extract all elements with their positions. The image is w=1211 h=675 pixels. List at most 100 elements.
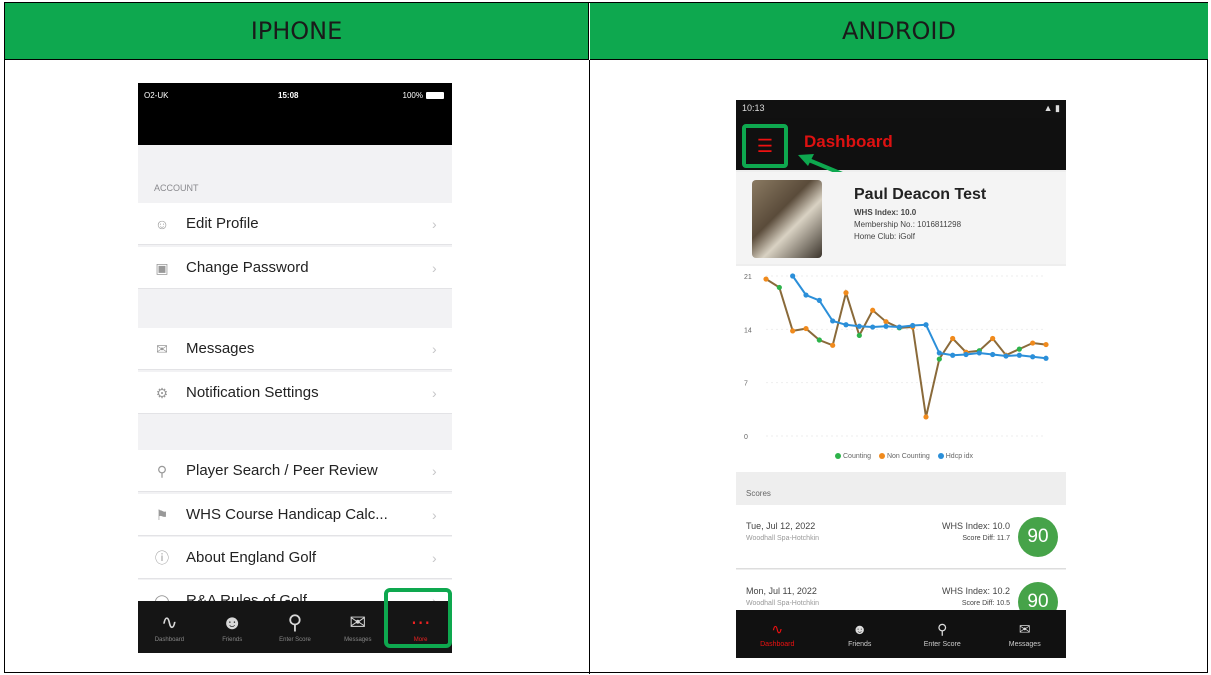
player-name: Paul Deacon Test: [854, 186, 987, 203]
menu-change-password[interactable]: ▣ Change Password ›: [138, 247, 452, 289]
menu-edit-profile[interactable]: ☺ Edit Profile ›: [138, 203, 452, 245]
chart-legend: Counting Non Counting Hdcp idx: [736, 453, 1066, 460]
legend-dot-hdcp: [937, 453, 944, 460]
data-point: [923, 414, 929, 420]
column-divider: [589, 60, 590, 674]
legend-non-counting: Non Counting: [886, 453, 930, 460]
chart-icon: ∿: [161, 611, 178, 634]
score-diff: Score Diff: 10.5: [961, 600, 1010, 607]
battery-icon: [426, 92, 444, 100]
tab-label: Messages: [344, 636, 372, 643]
hamburger-menu-button[interactable]: ☰: [742, 124, 788, 168]
data-point: [843, 322, 849, 328]
envelope-icon: ✉: [349, 611, 367, 634]
data-point: [963, 351, 969, 358]
tab-enter-score[interactable]: ⚲ Enter Score: [264, 601, 327, 653]
score-badge: 90: [1018, 517, 1058, 557]
data-point: [990, 351, 996, 358]
iphone-screenshot: O2-UK 15:08 100% ACCOUNT ☺ Edit Profile …: [138, 83, 452, 653]
chevron-right-icon: ›: [432, 506, 437, 523]
info-icon: ⓘ: [155, 549, 169, 566]
whs-index: WHS Index: 10.0: [854, 208, 917, 217]
menu-label: WHS Course Handicap Calc...: [186, 506, 388, 523]
membership-number: Membership No.: 1016811298: [854, 220, 962, 229]
tab-label: Dashboard: [154, 636, 185, 643]
score-whs-index: WHS Index: 10.2: [941, 586, 1010, 596]
data-point: [1030, 354, 1036, 360]
tab-enter-score[interactable]: ⚲ Enter Score: [901, 610, 984, 658]
legend-dot-counting: [835, 453, 841, 460]
score-date: Tue, Jul 12, 2022: [746, 521, 816, 531]
menu-about-england-golf[interactable]: ⓘ About England Golf ›: [138, 537, 452, 579]
chevron-right-icon: ›: [432, 384, 437, 401]
data-point: [856, 323, 862, 329]
data-point: [1043, 341, 1049, 348]
score-course: Woodhall Spa-Hotchkin: [746, 600, 820, 607]
menu-label: Edit Profile: [186, 215, 259, 232]
chevron-right-icon: ›: [432, 549, 437, 566]
person-icon: ☺: [154, 215, 170, 232]
envelope-icon: ✉: [156, 340, 168, 357]
data-point: [830, 342, 836, 348]
ios-status-bar: O2-UK 15:08 100%: [138, 83, 452, 145]
tab-dashboard[interactable]: ∿ Dashboard: [736, 610, 819, 658]
clock: 15:08: [278, 91, 299, 100]
score-date: Mon, Jul 11, 2022: [746, 586, 817, 596]
data-point: [870, 307, 876, 313]
friends-icon: ☻: [852, 620, 868, 637]
hamburger-icon: ☰: [756, 135, 774, 156]
chevron-right-icon: ›: [432, 340, 437, 357]
data-point: [803, 292, 809, 298]
legend-counting: Counting: [843, 453, 872, 460]
lock-icon: ▣: [155, 259, 169, 276]
y-tick-label: 7: [744, 381, 748, 388]
tab-label: Dashboard: [760, 640, 795, 648]
avatar[interactable]: [752, 180, 822, 258]
data-point: [870, 324, 876, 330]
data-point: [883, 323, 889, 329]
tab-messages[interactable]: ✉ Messages: [326, 601, 389, 653]
menu-label: Player Search / Peer Review: [186, 462, 378, 479]
tab-label: Friends: [222, 636, 243, 643]
data-point: [923, 322, 929, 328]
y-tick-label: 14: [744, 327, 752, 334]
data-point: [856, 332, 862, 339]
tab-messages[interactable]: ✉ Messages: [984, 610, 1067, 658]
score-course: Woodhall Spa-Hotchkin: [746, 535, 820, 542]
header-iphone: IPHONE: [5, 3, 589, 60]
menu-notification-settings[interactable]: ⚙ Notification Settings ›: [138, 372, 452, 414]
data-point: [990, 335, 996, 342]
envelope-icon: ✉: [1018, 620, 1031, 637]
home-club: Home Club: iGolf: [854, 232, 915, 241]
tab-friends[interactable]: ☻ Friends: [201, 601, 264, 653]
legend-hdcp: Hdcp idx: [945, 453, 973, 460]
data-point: [976, 350, 982, 356]
menu-player-search[interactable]: ⚲ Player Search / Peer Review ›: [138, 450, 452, 492]
data-point: [1030, 340, 1036, 346]
tab-label: Enter Score: [923, 640, 961, 648]
y-tick-label: 21: [744, 274, 752, 281]
tab-friends[interactable]: ☻ Friends: [819, 610, 902, 658]
data-point: [776, 284, 782, 291]
tab-dashboard[interactable]: ∿ Dashboard: [138, 601, 201, 653]
data-point: [936, 356, 942, 362]
data-point: [816, 297, 822, 303]
section-account: ACCOUNT: [154, 183, 199, 193]
signal-icon: ▲ ▮: [1043, 103, 1060, 113]
legend-dot-non-counting: [878, 453, 885, 460]
data-point: [936, 350, 942, 356]
more-highlight-box: [384, 588, 452, 648]
chart-plot: 21 14 7 0: [744, 273, 1049, 441]
data-point: [910, 322, 916, 329]
data-point: [1016, 346, 1022, 352]
android-bottom-nav: ∿ Dashboard ☻ Friends ⚲ Enter Score ✉ Me…: [736, 610, 1066, 658]
menu-messages[interactable]: ✉ Messages ›: [138, 328, 452, 370]
chevron-right-icon: ›: [432, 462, 437, 479]
menu-whs-course-handicap[interactable]: ⚑ WHS Course Handicap Calc... ›: [138, 494, 452, 536]
data-point: [790, 273, 796, 279]
tab-label: Enter Score: [279, 636, 311, 643]
data-point: [950, 352, 956, 358]
score-whs-index: WHS Index: 10.0: [941, 521, 1010, 531]
score-row[interactable]: Tue, Jul 12, 2022 Woodhall Spa-Hotchkin …: [736, 505, 1066, 569]
y-tick-label: 0: [744, 434, 748, 441]
